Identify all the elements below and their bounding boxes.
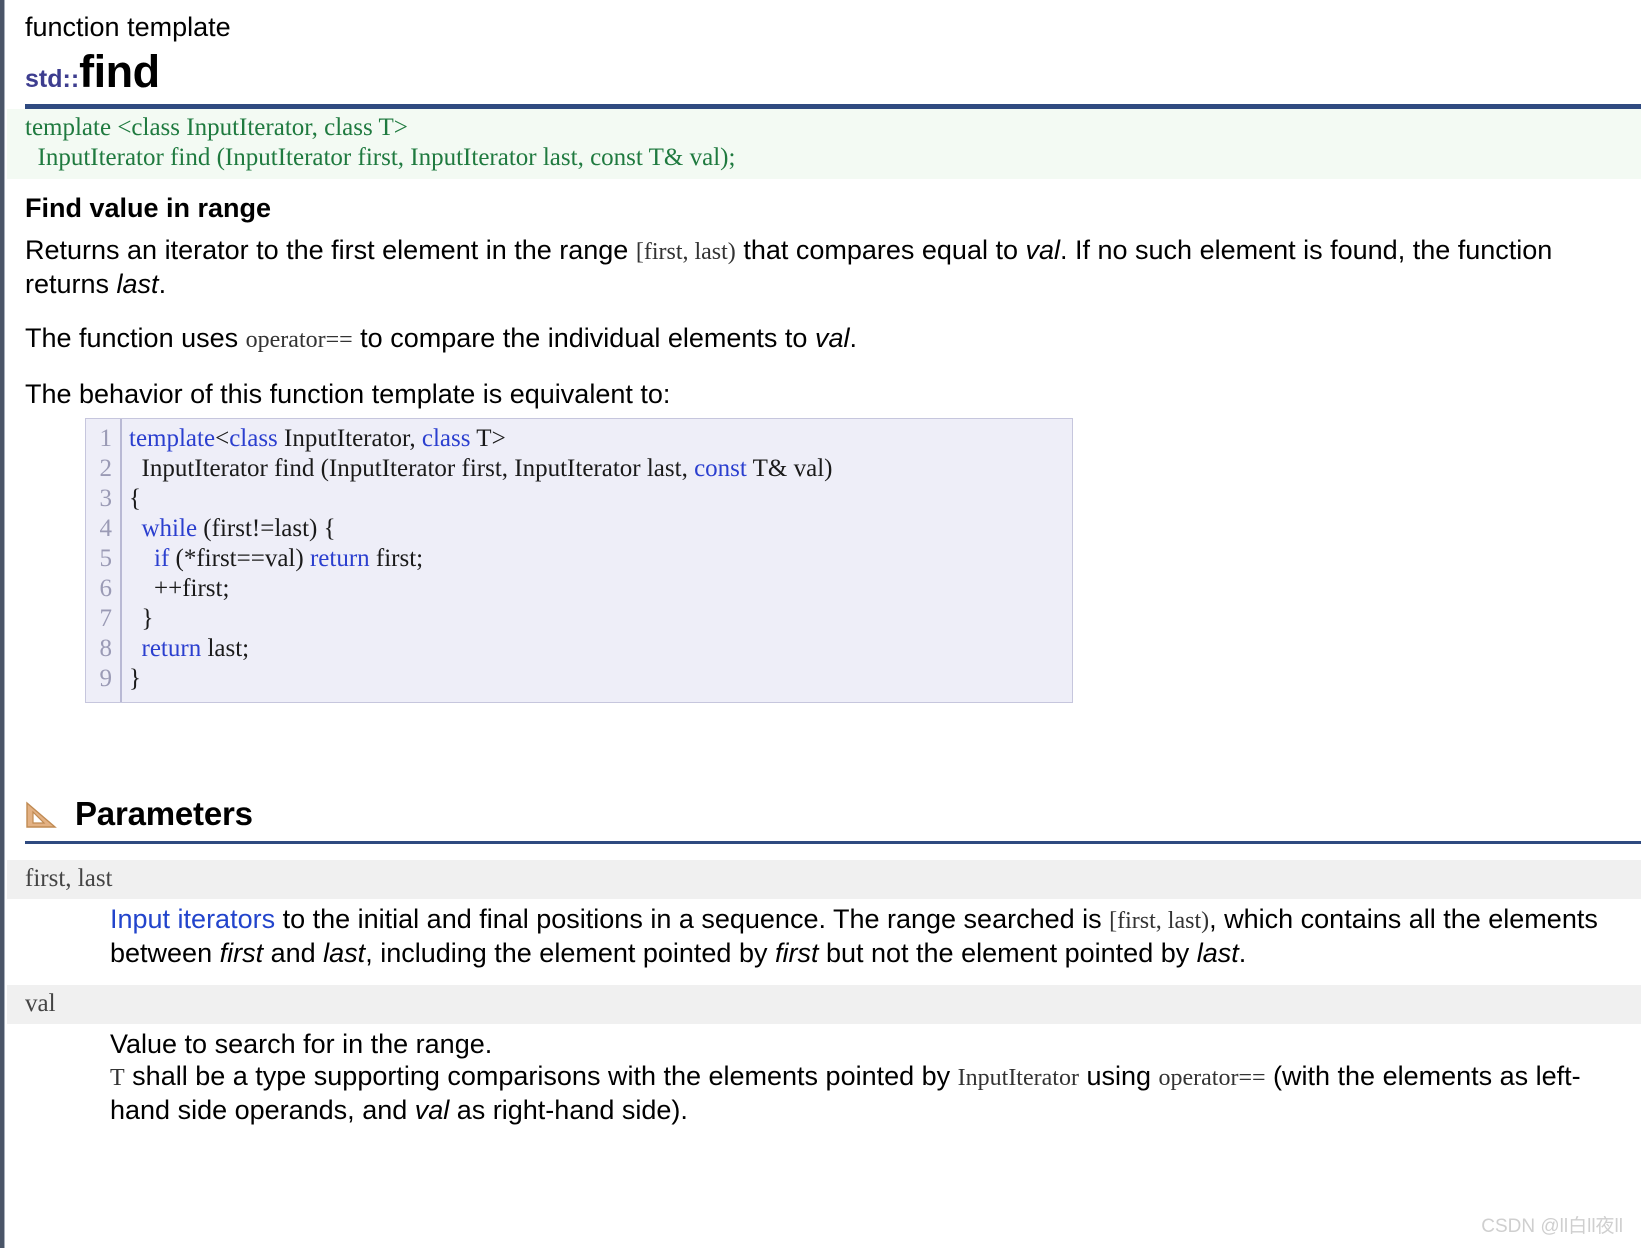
code-text: T& val) <box>746 455 833 482</box>
equivalent-code-block[interactable]: 1 2 3 4 5 6 7 8 9 template<class InputIt… <box>85 418 1073 703</box>
overview-paragraph-1: Returns an iterator to the first element… <box>25 234 1585 300</box>
code-text: InputIterator, <box>277 425 422 452</box>
param-ref-last: last <box>323 938 366 968</box>
code-text: T> <box>470 425 506 452</box>
namespace-label: std:: <box>25 65 80 93</box>
code-line: template<class InputIterator, class T> <box>129 425 506 452</box>
code-text: (first!=last) { <box>197 515 336 542</box>
entity-kind-label: function template <box>25 12 231 42</box>
code-keyword: return <box>141 635 202 662</box>
text-fragment: but not the element pointed by <box>818 938 1197 968</box>
code-line: while (first!=last) { <box>129 515 336 542</box>
parameters-section-header: Parameters <box>25 795 1641 833</box>
param-ref-first: first <box>219 938 264 968</box>
input-iterators-link[interactable]: Input iterators <box>110 904 275 934</box>
text-fragment: . <box>158 269 167 299</box>
param-name-first-last: first, last <box>7 860 1641 899</box>
overview-title: Find value in range <box>25 193 272 223</box>
code-text: } <box>129 665 141 692</box>
code-keyword: class <box>421 425 471 452</box>
text-fragment: shall be a type supporting comparisons w… <box>124 1061 958 1091</box>
code-source[interactable]: template<class InputIterator, class T> I… <box>122 419 1072 702</box>
range-notation: [first, last) <box>1109 908 1210 934</box>
page-left-border <box>0 0 5 1248</box>
code-line: } <box>129 605 154 632</box>
param-desc-val: Value to search for in the range. T shall… <box>110 1028 1630 1126</box>
code-keyword: class <box>229 425 278 452</box>
param-ref-first: first <box>774 938 819 968</box>
code-keyword: const <box>694 455 747 482</box>
ruler-triangle-icon <box>25 799 59 829</box>
text-fragment: . <box>849 323 857 353</box>
page-header: function template std::find <algorithm> <box>7 0 1641 98</box>
text-fragment: . <box>1238 938 1247 968</box>
code-text: first; <box>369 545 424 572</box>
text-fragment: , including the element pointed by <box>365 938 775 968</box>
operator-equals-code: operator== <box>1158 1065 1266 1091</box>
param-desc-first-last: Input iterators to the initial and final… <box>110 903 1630 969</box>
prototype-line-1: template <class InputIterator, class T> <box>25 114 408 141</box>
operator-equals-code: operator== <box>245 327 353 353</box>
code-text: (*first==val) <box>169 545 310 572</box>
text-fragment: and <box>263 938 324 968</box>
overview-paragraph-2: The function uses operator== to compare … <box>25 322 1585 356</box>
code-keyword: return <box>309 545 370 572</box>
param-ref-last: last <box>116 269 159 299</box>
code-keyword: template <box>129 425 216 452</box>
range-notation: [first, last) <box>635 239 736 265</box>
code-text: InputIterator find (InputIterator first,… <box>129 455 695 482</box>
prototype-line-2: InputIterator find (InputIterator first,… <box>25 144 736 171</box>
code-text: } <box>129 605 154 632</box>
function-prototype: template <class InputIterator, class T> … <box>7 109 1641 179</box>
param-ref-last: last <box>1196 938 1239 968</box>
code-line: { <box>129 485 141 512</box>
code-line: return last; <box>129 635 250 662</box>
param-desc-line-1: Value to search for in the range. <box>110 1029 493 1059</box>
csdn-watermark: CSDN @ll白ll夜ll <box>1481 1216 1623 1237</box>
code-line: InputIterator find (InputIterator first,… <box>129 455 833 482</box>
text-fragment: Returns an iterator to the first element… <box>25 235 636 265</box>
code-text: ++first; <box>129 575 230 602</box>
page-title: std::find <box>25 46 1641 98</box>
input-iterator-code: InputIterator <box>957 1065 1079 1091</box>
text-fragment: that compares equal to <box>735 235 1026 265</box>
code-keyword: if <box>154 545 170 572</box>
type-T-code: T <box>110 1065 125 1091</box>
param-ref-val: val <box>814 323 850 353</box>
text-fragment: using <box>1078 1061 1159 1091</box>
code-text: last; <box>201 635 250 662</box>
code-text: { <box>129 485 141 512</box>
code-line: } <box>129 665 141 692</box>
text-fragment: to compare the individual elements to <box>352 323 815 353</box>
code-line-numbers: 1 2 3 4 5 6 7 8 9 <box>86 419 122 702</box>
param-name-val: val <box>7 985 1641 1024</box>
param-ref-val: val <box>1025 235 1060 265</box>
overview-paragraph-3: The behavior of this function template i… <box>25 379 671 409</box>
code-text: < <box>215 425 230 452</box>
code-line: if (*first==val) return first; <box>129 545 423 572</box>
text-fragment: as right-hand side). <box>449 1095 688 1125</box>
text-fragment: to the initial and final positions in a … <box>275 904 1110 934</box>
reference-page: function template std::find <algorithm> … <box>7 0 1641 1248</box>
parameters-title: Parameters <box>75 795 253 832</box>
param-ref-val: val <box>414 1095 450 1125</box>
text-fragment: The function uses <box>25 323 246 353</box>
code-line: ++first; <box>129 575 229 602</box>
parameters-divider <box>25 841 1641 844</box>
function-name-label: find <box>79 46 160 97</box>
code-keyword: while <box>141 515 198 542</box>
